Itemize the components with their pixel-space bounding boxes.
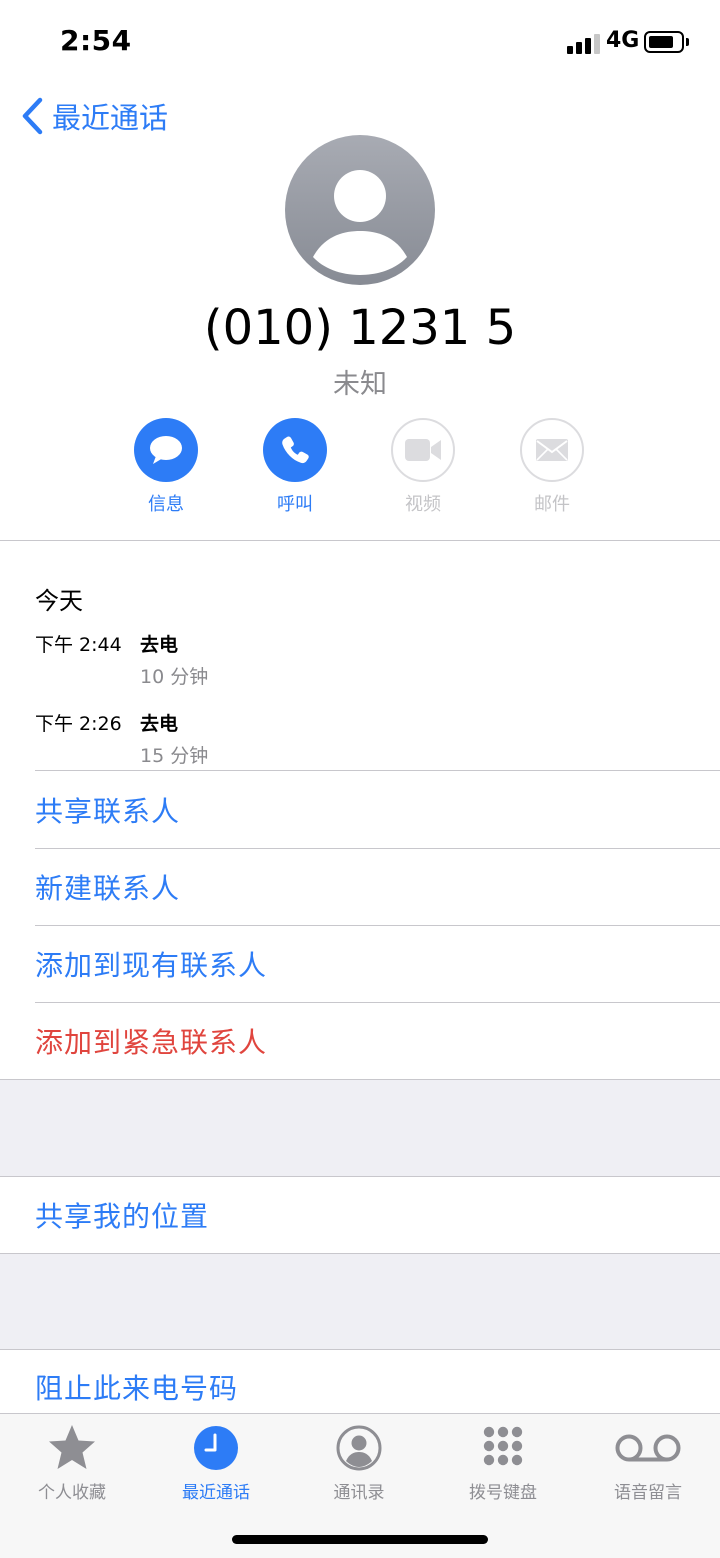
tab-keypad[interactable]: 拨号键盘	[443, 1422, 563, 1503]
block-caller-option[interactable]: 阻止此来电号码	[35, 1367, 238, 1407]
chevron-left-icon	[22, 97, 43, 135]
tab-label: 最近通话	[182, 1483, 250, 1503]
clock-icon	[194, 1426, 238, 1470]
divider	[0, 1176, 720, 1177]
tab-label: 通讯录	[333, 1483, 385, 1503]
contact-label: 未知	[333, 369, 387, 400]
call-duration: 10 分钟	[140, 666, 209, 688]
call-type: 去电	[140, 713, 179, 735]
video-icon	[405, 439, 441, 461]
voicemail-icon	[615, 1434, 681, 1462]
back-label: 最近通话	[52, 101, 169, 135]
call-duration: 15 分钟	[140, 745, 209, 767]
contact-number: (010) 1231 5	[203, 300, 517, 356]
divider	[35, 925, 720, 926]
battery-tip	[686, 38, 689, 46]
add-to-emergency-contacts-option[interactable]: 添加到紧急联系人	[35, 1021, 267, 1061]
mail-button[interactable]: 邮件	[497, 418, 607, 516]
call-time: 下午 2:26	[35, 713, 122, 735]
message-icon	[150, 436, 182, 464]
status-time: 2:54	[60, 24, 132, 57]
battery-icon	[644, 31, 684, 53]
call-time: 下午 2:44	[35, 634, 122, 656]
call-log: 今天 下午 2:44 去电 10 分钟 下午 2:26 去电 15 分钟	[0, 541, 720, 771]
tab-label: 语音留言	[614, 1483, 682, 1503]
home-indicator[interactable]	[232, 1535, 488, 1544]
network-type: 4G	[606, 28, 640, 53]
divider	[35, 848, 720, 849]
tab-label: 拨号键盘	[469, 1483, 537, 1503]
divider	[0, 1349, 720, 1350]
section-spacer	[0, 1254, 720, 1349]
divider	[35, 1002, 720, 1003]
star-icon	[49, 1425, 95, 1469]
action-buttons: 信息 呼叫 视频 邮件	[0, 418, 720, 528]
tab-favorites[interactable]: 个人收藏	[12, 1422, 132, 1503]
tab-label: 个人收藏	[38, 1483, 106, 1503]
person-silhouette-icon	[313, 170, 407, 275]
mail-label: 邮件	[534, 494, 570, 515]
new-contact-option[interactable]: 新建联系人	[35, 867, 180, 907]
video-label: 视频	[405, 494, 441, 515]
tab-voicemail[interactable]: 语音留言	[588, 1422, 708, 1503]
tab-recents[interactable]: 最近通话	[156, 1422, 276, 1503]
status-bar: 2:54 4G	[0, 0, 720, 86]
cellular-signal-icon	[567, 32, 601, 54]
divider	[35, 770, 720, 771]
call-label: 呼叫	[277, 494, 313, 515]
back-button[interactable]: 最近通话	[20, 94, 168, 138]
call-log-date: 今天	[35, 587, 83, 615]
avatar	[285, 135, 435, 285]
mail-icon	[536, 439, 568, 461]
keypad-icon	[483, 1426, 523, 1466]
add-to-existing-contact-option[interactable]: 添加到现有联系人	[35, 944, 267, 984]
message-label: 信息	[148, 494, 184, 515]
call-type: 去电	[140, 634, 179, 656]
video-button[interactable]: 视频	[368, 418, 478, 516]
share-my-location-option[interactable]: 共享我的位置	[35, 1195, 209, 1235]
contact-icon	[336, 1425, 382, 1471]
share-contact-option[interactable]: 共享联系人	[35, 790, 180, 830]
section-spacer	[0, 1080, 720, 1176]
phone-icon	[282, 436, 309, 464]
message-button[interactable]: 信息	[111, 418, 221, 516]
call-button[interactable]: 呼叫	[240, 418, 350, 516]
tab-contacts[interactable]: 通讯录	[299, 1422, 419, 1503]
